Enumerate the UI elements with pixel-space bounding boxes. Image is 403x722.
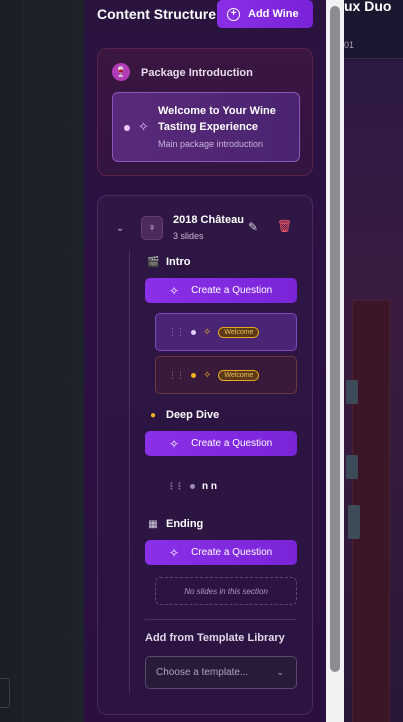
status-dot [191, 372, 196, 378]
checkered-flag-icon: ▦ [148, 518, 158, 530]
add-wine-label: Add Wine [248, 8, 299, 20]
left-edge-control[interactable] [0, 678, 10, 708]
sparkle-icon: ✧ [203, 326, 212, 338]
sparkle-icon: ✧ [203, 369, 212, 381]
wine-glass-icon: ♀ [141, 216, 163, 240]
empty-section-placeholder: No slides in this section [155, 577, 297, 605]
section-deep-dive-label: Deep Dive [166, 409, 220, 421]
preview-tab[interactable]: 01 [344, 40, 354, 50]
package-introduction-label: Package Introduction [141, 67, 253, 79]
section-ending-label: Ending [166, 518, 204, 530]
preview-title: ux Duo [344, 0, 392, 14]
wine-slide-count: 3 slides [173, 231, 204, 241]
wine-card: ⌄ ♀ 2018 Château 3 slides ✎ 🗑 🎬 Intro ✧ … [97, 195, 313, 715]
slide-text: n n [202, 480, 217, 492]
sections-guide-line [129, 251, 130, 693]
wine-name: 2018 Château [173, 214, 244, 226]
deep-dive-slide-1[interactable]: ⋮⋮ n n [155, 471, 297, 501]
sparkle-icon: ✧ [169, 283, 180, 298]
preview-card [344, 60, 403, 722]
template-select[interactable]: Choose a template... ⌄ [145, 656, 297, 689]
section-ending-heading: ▦ Ending [147, 518, 203, 530]
package-icon: 🍷 [112, 63, 130, 81]
package-introduction-card: 🍷 Package Introduction ✧ Welcome to Your… [97, 48, 313, 176]
section-intro-label: Intro [166, 256, 191, 268]
chevron-down-icon: ⌄ [276, 667, 284, 677]
status-dot [191, 329, 196, 335]
divider [145, 619, 297, 620]
template-select-placeholder: Choose a template... [156, 667, 249, 678]
intro-slide-2[interactable]: ⋮⋮ ✧ Welcome [155, 356, 297, 394]
drag-handle-icon[interactable]: ⋮⋮ [168, 370, 185, 381]
welcome-badge: Welcome [218, 369, 260, 381]
create-question-label: Create a Question [191, 285, 273, 296]
preview-area: ux Duo 01 [344, 0, 403, 722]
section-intro-heading: 🎬 Intro [147, 256, 190, 268]
panel-title: Content Structure [97, 6, 216, 22]
content-structure-panel: Content Structure + Add Wine 🍷 Package I… [84, 0, 344, 722]
deep-dive-create-question-button[interactable]: ✧ Create a Question [145, 431, 297, 456]
preview-element [346, 455, 358, 479]
active-dot [124, 125, 130, 131]
welcome-slide-subtitle: Main package introduction [158, 139, 264, 149]
drag-handle-icon[interactable]: ⋮⋮ [168, 327, 185, 338]
intro-create-question-button[interactable]: ✧ Create a Question [145, 278, 297, 303]
welcome-slide-title: Welcome to Your Wine Tasting Experience [158, 105, 276, 133]
divider [344, 58, 403, 59]
scrollbar-thumb[interactable] [330, 6, 340, 672]
preview-element [346, 380, 358, 404]
clapperboard-icon: 🎬 [147, 256, 160, 268]
template-library-label: Add from Template Library [145, 632, 285, 644]
intro-slide-1[interactable]: ⋮⋮ ✧ Welcome [155, 313, 297, 351]
ending-create-question-button[interactable]: ✧ Create a Question [145, 540, 297, 565]
welcome-slide-card[interactable]: ✧ Welcome to Your Wine Tasting Experienc… [112, 92, 300, 162]
preview-element [348, 505, 360, 539]
thinking-face-icon: ● [149, 409, 157, 421]
welcome-badge: Welcome [218, 326, 260, 338]
plus-circle-icon: + [227, 7, 240, 21]
edit-icon[interactable]: ✎ [248, 220, 258, 234]
trash-icon[interactable]: 🗑 [277, 219, 292, 233]
status-dot [190, 483, 195, 489]
section-deep-dive-heading: ● Deep Dive [147, 409, 219, 421]
sparkle-icon: ✧ [169, 545, 180, 560]
sparkle-icon: ✧ [169, 436, 180, 451]
create-question-label: Create a Question [191, 547, 273, 558]
chevron-down-icon[interactable]: ⌄ [116, 223, 124, 234]
divider [22, 0, 23, 722]
background-area [0, 0, 84, 722]
drag-handle-icon[interactable]: ⋮⋮ [167, 481, 184, 492]
sparkle-icon: ✧ [138, 119, 149, 134]
create-question-label: Create a Question [191, 438, 273, 449]
add-wine-button[interactable]: + Add Wine [217, 0, 313, 28]
